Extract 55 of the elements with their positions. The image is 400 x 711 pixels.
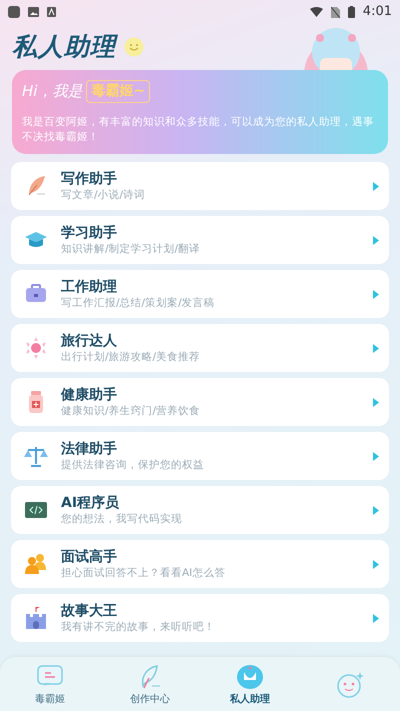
card-title: 工作助理 — [61, 278, 118, 296]
arrow-icon — [373, 344, 379, 352]
assistant-card[interactable]: 写作助手 写文章/小说/诗词 — [11, 162, 389, 210]
assistant-card[interactable]: 故事大王 我有讲不完的故事，来听听吧！ — [11, 594, 389, 642]
nav-tab[interactable]: 毒霸姬 — [0, 657, 100, 711]
app-icon — [8, 6, 20, 18]
assistant-card[interactable]: 健康助手 健康知识/养生窍门/营养饮食 — [11, 378, 389, 426]
arrow-icon — [373, 560, 379, 568]
people-icon — [23, 551, 49, 577]
card-title: 学习助手 — [61, 224, 118, 242]
smiley-face-icon — [335, 670, 365, 698]
card-subtitle: 我有讲不完的故事，来听听吧！ — [61, 620, 216, 634]
card-subtitle: 写工作汇报/总结/策划案/发言稿 — [61, 296, 216, 310]
smiley-icon — [124, 37, 144, 57]
arrow-icon — [373, 290, 379, 298]
arrow-icon — [373, 236, 379, 244]
assistant-card[interactable]: 面试高手 担心面试回答不上？看看AI怎么答 — [11, 540, 389, 588]
wifi-icon — [310, 7, 323, 17]
arrow-icon — [373, 452, 379, 460]
card-subtitle: 担心面试回答不上？看看AI怎么答 — [61, 566, 226, 580]
nav-tab[interactable]: 私人助理 — [200, 657, 300, 711]
arrow-icon — [373, 506, 379, 514]
assistant-card[interactable]: 旅行达人 出行计划/旅游攻略/美食推荐 — [11, 324, 389, 372]
card-subtitle: 您的想法，我写代码实现 — [61, 512, 183, 526]
assistant-card[interactable]: 学习助手 知识讲解/制定学习计划/翻译 — [11, 216, 389, 264]
status-time: 4:01 — [362, 3, 392, 22]
arrow-icon — [373, 614, 379, 622]
arrow-icon — [373, 182, 379, 190]
intro-text: 我是百变阿姬，有丰富的知识和众多技能，可以成为您的私人助理，遇事不决找毒霸姬！ — [22, 115, 375, 145]
assistant-card[interactable]: AI程序员 您的想法，我写代码实现 — [11, 486, 389, 534]
card-title: 旅行达人 — [61, 332, 118, 350]
page-title: 私人助理 — [12, 31, 116, 64]
arrow-icon — [373, 398, 379, 406]
card-title: 健康助手 — [61, 386, 118, 404]
card-subtitle: 出行计划/旅游攻略/美食推荐 — [61, 350, 202, 364]
battery-icon — [348, 6, 355, 18]
card-subtitle: 知识讲解/制定学习计划/翻译 — [61, 242, 202, 256]
card-title: 故事大王 — [61, 602, 118, 620]
card-subtitle: 健康知识/养生窍门/营养饮食 — [61, 404, 202, 418]
card-title: 面试高手 — [61, 548, 118, 566]
image-icon — [28, 7, 39, 17]
card-subtitle: 写文章/小说/诗词 — [61, 188, 146, 202]
assistant-card[interactable]: 法律助手 提供法律咨询，保护您的权益 — [11, 432, 389, 480]
assistant-card[interactable]: 工作助理 写工作汇报/总结/策划案/发言稿 — [11, 270, 389, 318]
card-title: 写作助手 — [61, 170, 118, 188]
card-subtitle: 提供法律咨询，保护您的权益 — [61, 458, 205, 472]
font-icon — [47, 7, 56, 17]
greeting-text: Hi，我是 — [22, 81, 82, 102]
no-sim-icon — [330, 6, 340, 18]
assistant-name: 毒霸姬~ — [86, 80, 150, 103]
sun-icon — [23, 335, 49, 361]
nav-tab[interactable]: 创作中心 — [100, 657, 200, 711]
castle-icon — [23, 605, 49, 631]
card-title: AI程序员 — [61, 494, 120, 512]
card-title: 法律助手 — [61, 440, 118, 458]
